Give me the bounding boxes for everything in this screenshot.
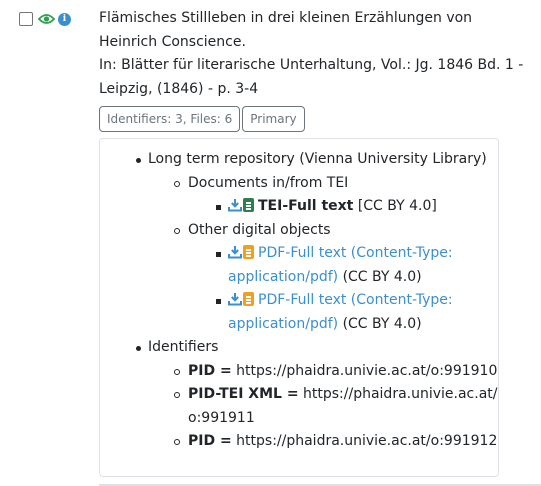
- identifier-item: PID = https://phaidra.univie.ac.at/o:991…: [188, 360, 497, 384]
- identifier-label: PID-TEI XML =: [188, 386, 299, 402]
- download-icon[interactable]: [228, 291, 242, 315]
- select-checkbox[interactable]: [19, 12, 33, 26]
- identifier-value-cont: o:991911: [188, 410, 255, 426]
- pdf-link-line-2[interactable]: application/pdf): [228, 316, 338, 332]
- pdf-link-line-2[interactable]: application/pdf): [228, 269, 338, 285]
- primary-button[interactable]: Primary: [242, 106, 305, 132]
- title-line-1: Flämisches Stillleben in drei kleinen Er…: [99, 10, 473, 26]
- pdf-file-item: PDF-Full text (Content-Type:: [228, 242, 453, 268]
- record-source: In: Blätter für literarische Unterhaltun…: [99, 54, 529, 101]
- identifier-label: PID =: [188, 433, 232, 449]
- identifiers-files-button[interactable]: Identifiers: 3, Files: 6: [99, 106, 241, 132]
- bullet-disc: [136, 346, 141, 351]
- bullet-disc: [136, 158, 141, 163]
- bullet-square: [216, 205, 221, 210]
- pdf-file-item-cont: application/pdf) (CC BY 4.0): [228, 266, 422, 290]
- identifiers-heading: Identifiers: [148, 339, 219, 355]
- identifier-value: https://phaidra.univie.ac.at/o:991912: [236, 433, 498, 449]
- bullet-square: [216, 252, 221, 257]
- title-line-2: Heinrich Conscience.: [99, 33, 246, 50]
- bullet-square: [216, 299, 221, 304]
- identifier-value: https://phaidra.univie.ac.at/: [303, 386, 498, 402]
- info-icon[interactable]: i: [58, 12, 71, 26]
- identifier-item: PID-TEI XML = https://phaidra.univie.ac.…: [188, 383, 497, 407]
- tei-group-label: Documents in/from TEI: [188, 175, 349, 191]
- identifier-label: PID =: [188, 363, 232, 379]
- pdf-file-item: PDF-Full text (Content-Type:: [228, 289, 453, 315]
- pdf-document-icon: [243, 292, 254, 306]
- tei-file-license: [CC BY 4.0]: [357, 198, 437, 214]
- record-title: Flämisches Stillleben in drei kleinen Er…: [99, 7, 529, 54]
- record-buttons: Identifiers: 3, Files: 6 Primary: [99, 106, 305, 132]
- download-icon[interactable]: [228, 197, 242, 221]
- tei-file-name[interactable]: TEI-Full text: [258, 198, 353, 214]
- pdf-license: (CC BY 4.0): [342, 316, 422, 332]
- identifier-value: https://phaidra.univie.ac.at/o:991910: [236, 363, 498, 379]
- bullet-circle: [174, 439, 180, 445]
- details-panel: Long term repository (Vienna University …: [99, 138, 499, 477]
- bullet-circle: [174, 392, 180, 398]
- repository-label: Long term repository (Vienna University …: [148, 151, 487, 167]
- identifier-item: PID = https://phaidra.univie.ac.at/o:991…: [188, 430, 497, 454]
- source-line-2: Leipzig, (1846) - p. 3-4: [99, 80, 259, 97]
- bullet-circle: [174, 369, 180, 375]
- download-icon[interactable]: [228, 244, 242, 268]
- record-controls: i: [19, 10, 71, 28]
- pdf-license: (CC BY 4.0): [342, 269, 422, 285]
- pdf-link-line-1[interactable]: PDF-Full text (Content-Type:: [258, 245, 453, 261]
- pdf-link-line-1[interactable]: PDF-Full text (Content-Type:: [258, 292, 453, 308]
- source-line-1: In: Blätter für literarische Unterhaltun…: [99, 57, 524, 73]
- bullet-circle: [174, 228, 180, 234]
- document-icon: [243, 198, 254, 212]
- pdf-file-item-cont: application/pdf) (CC BY 4.0): [228, 313, 422, 337]
- pdf-document-icon: [243, 245, 254, 259]
- eye-icon[interactable]: [38, 13, 55, 25]
- bullet-circle: [174, 181, 180, 187]
- other-group-label: Other digital objects: [188, 222, 331, 238]
- tei-file-item: TEI-Full text [CC BY 4.0]: [228, 195, 437, 221]
